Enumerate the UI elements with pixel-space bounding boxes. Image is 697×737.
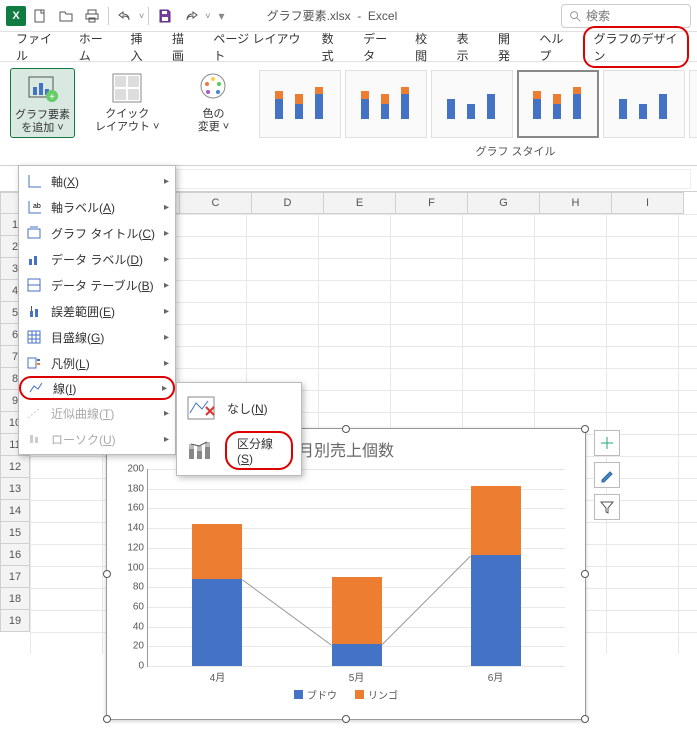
menu-trendline: 近似曲線(T)▸ [19,400,175,426]
menu-axis-labels[interactable]: ab軸ラベル(A)▸ [19,194,175,220]
tab-home[interactable]: ホーム [71,26,119,68]
search-icon [568,9,582,23]
ribbon-body: + グラフ要素 を追加 ˅ クイック レイアウト ˅ 色の 変更 ˅ グラフ ス… [0,62,697,166]
chart-styles-label: グラフ スタイル [259,141,697,161]
chart-style-thumb[interactable] [603,70,685,138]
tab-review[interactable]: 校閲 [407,26,444,68]
menu-legend[interactable]: 凡例(L)▸ [19,350,175,376]
open-icon[interactable] [54,4,78,28]
tab-formulas[interactable]: 数式 [314,26,351,68]
svg-text:+: + [49,92,55,103]
chart-plot-area[interactable]: 0204060801001201401601802004月5月6月 [147,469,565,667]
col-header[interactable]: F [396,192,468,214]
chart-style-thumb[interactable] [345,70,427,138]
print-icon[interactable] [80,4,104,28]
row-header[interactable]: 14 [0,500,30,522]
chart-style-thumb[interactable] [259,70,341,138]
menu-error-bars[interactable]: 誤差範囲(E)▸ [19,298,175,324]
tab-view[interactable]: 表示 [449,26,486,68]
chart-style-thumb[interactable] [517,70,599,138]
row-header[interactable]: 19 [0,610,30,632]
row-header[interactable]: 16 [0,544,30,566]
redo-icon[interactable] [179,4,203,28]
svg-text:ab: ab [33,203,41,210]
row-header[interactable]: 12 [0,456,30,478]
menu-data-labels[interactable]: データ ラベル(D)▸ [19,246,175,272]
tab-data[interactable]: データ [355,26,403,68]
chart-elements-button[interactable] [594,430,620,456]
tab-insert[interactable]: 挿入 [123,26,160,68]
tab-draw[interactable]: 描画 [164,26,201,68]
menu-axes[interactable]: 軸(X)▸ [19,168,175,194]
tab-file[interactable]: ファイル [8,26,67,68]
col-header[interactable]: C [180,192,252,214]
change-colors-button[interactable]: 色の 変更 ˅ [191,68,235,136]
menu-gridlines[interactable]: 目盛線(G)▸ [19,324,175,350]
row-header[interactable]: 15 [0,522,30,544]
new-file-icon[interactable] [28,4,52,28]
search-input[interactable]: 検索 [561,4,691,28]
quick-layout-button[interactable]: クイック レイアウト ˅ [91,68,163,136]
chart-style-thumb[interactable] [431,70,513,138]
save-icon[interactable] [153,4,177,28]
chart-styles-button[interactable] [594,462,620,488]
tab-chart-design[interactable]: グラフのデザイン [583,26,689,68]
col-header[interactable]: E [324,192,396,214]
add-chart-element-menu: 軸(X)▸ ab軸ラベル(A)▸ グラフ タイトル(C)▸ データ ラベル(D)… [18,165,176,455]
add-chart-element-button[interactable]: + グラフ要素 を追加 ˅ [10,68,75,138]
col-header[interactable]: G [468,192,540,214]
submenu-series-lines[interactable]: 区分線(S) [177,429,301,471]
window-title: グラフ要素.xlsx - Excel [267,7,398,24]
tab-developer[interactable]: 開発 [490,26,527,68]
chart-legend[interactable]: ブドウリンゴ [107,687,585,702]
col-header[interactable]: I [612,192,684,214]
ribbon-tabs: ファイル ホーム 挿入 描画 ページ レイアウト 数式 データ 校閲 表示 開発… [0,32,697,62]
chart-filters-button[interactable] [594,494,620,520]
excel-icon: X [6,6,26,26]
menu-data-table[interactable]: データ テーブル(B)▸ [19,272,175,298]
undo-icon[interactable] [113,4,137,28]
submenu-none[interactable]: なし(N) [177,387,301,429]
col-header[interactable]: H [540,192,612,214]
tab-page-layout[interactable]: ページ レイアウト [205,26,309,68]
menu-chart-title[interactable]: グラフ タイトル(C)▸ [19,220,175,246]
menu-updown-bars: ローソク(U)▸ [19,426,175,452]
chart-style-thumb[interactable] [689,70,697,138]
tab-help[interactable]: ヘルプ [531,26,579,68]
row-header[interactable]: 17 [0,566,30,588]
menu-lines[interactable]: 線(I)▸ [19,376,175,400]
col-header[interactable]: D [252,192,324,214]
lines-submenu: なし(N) 区分線(S) [176,382,302,476]
formula-input[interactable] [135,169,691,189]
row-header[interactable]: 18 [0,588,30,610]
row-header[interactable]: 13 [0,478,30,500]
chart-styles-gallery[interactable]: グラフ スタイル [259,66,697,161]
